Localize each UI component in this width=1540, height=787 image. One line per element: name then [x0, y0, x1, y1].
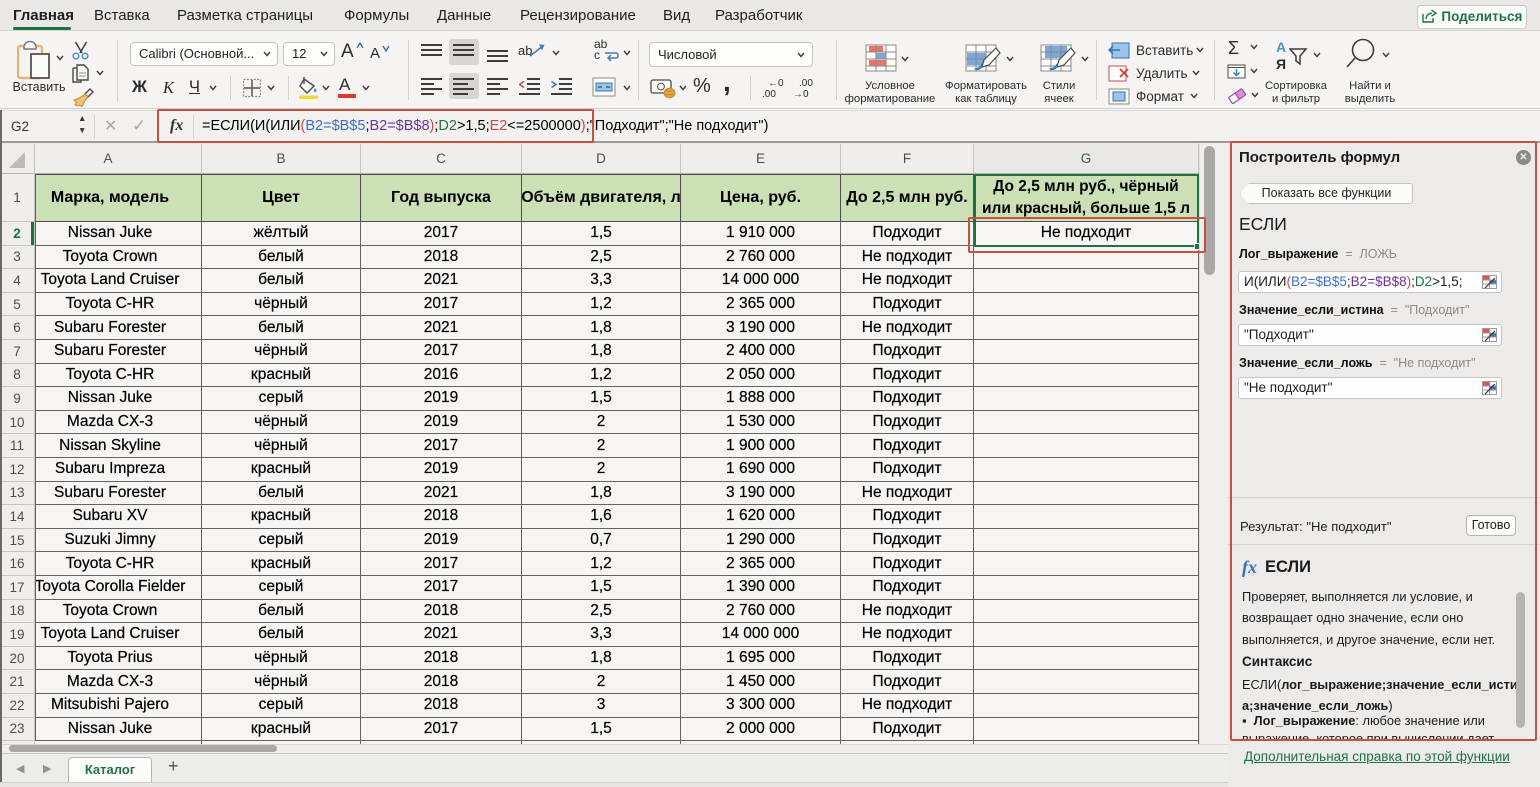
svg-text:.00: .00 [799, 78, 813, 89]
svg-text:→0: →0 [793, 89, 809, 99]
svg-text:←0: ←0 [768, 78, 784, 89]
svg-text:.00: .00 [762, 89, 776, 99]
